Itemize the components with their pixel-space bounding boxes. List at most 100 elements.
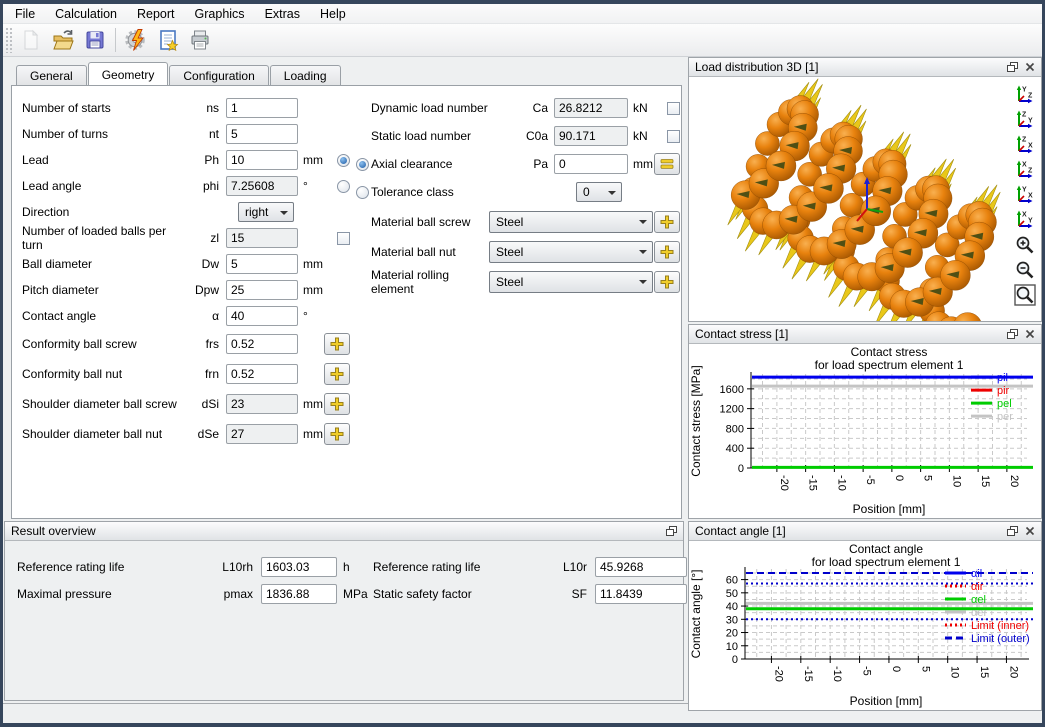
menu-report[interactable]: Report [127,5,185,23]
tolerance-class-radio[interactable] [356,186,369,199]
svg-text:1600: 1600 [720,384,744,396]
zoom-out-button[interactable] [1012,258,1038,282]
menu-file[interactable]: File [5,5,45,23]
number-of-starts-field[interactable] [226,98,298,118]
view-xz-button[interactable]: XZ [1012,158,1038,182]
form-row-ball-diameter: Ball diameterDwmm [22,254,350,274]
field-symbol: Ca [520,101,554,115]
svg-text:-15: -15 [807,475,819,491]
view-xy-button[interactable]: XY [1012,208,1038,232]
lead-angle-radio[interactable] [337,180,350,193]
result-row: Reference rating lifeL10rhhReference rat… [17,557,673,577]
svg-text:Contact angle: Contact angle [849,542,923,556]
view-xz-icon: XZ [1014,159,1036,181]
float-panel-button[interactable] [664,524,679,539]
axial-clearance-field[interactable] [554,154,628,174]
view-zy-button[interactable]: ZY [1012,108,1038,132]
material-rolling-element-dropdown[interactable]: Steel [489,271,653,293]
result-unit: h [337,560,373,574]
open-button[interactable] [48,26,78,54]
conformity-ball-screw-plus-button[interactable] [324,333,350,355]
material-ball-screw-dropdown[interactable]: Steel [489,211,653,233]
direction-dropdown[interactable]: right [238,202,294,222]
lead-field[interactable] [226,150,298,170]
close-panel-button[interactable] [1022,327,1037,342]
material-ball-nut-plus-button[interactable] [654,241,680,263]
plus-icon [330,427,344,441]
field-unit: kN [628,101,653,115]
menu-extras[interactable]: Extras [255,5,310,23]
axial-clearance-convert-button[interactable] [654,153,680,175]
result-symbol: L10r [551,560,595,574]
field-symbol: Pa [520,157,554,171]
pitch-diameter-field[interactable] [226,280,298,300]
zoom-in-button[interactable] [1012,233,1038,257]
close-panel-button[interactable] [1022,524,1037,539]
static-load-number-checkbox[interactable] [667,130,680,143]
conformity-ball-screw-field[interactable] [226,334,298,354]
float-panel-button[interactable] [1005,60,1020,75]
view-yz-button[interactable]: YZ [1012,83,1038,107]
field-label: Material ball screw [371,215,489,229]
material-ball-screw-plus-button[interactable] [654,211,680,233]
material-ball-nut-dropdown[interactable]: Steel [489,241,653,263]
svg-text:Y: Y [1028,118,1033,125]
panel-title: Contact stress [1] [695,327,1003,341]
number-of-loaded-balls-per-turn-field[interactable] [226,228,298,248]
form-row-conformity-ball-screw: Conformity ball screwfrs [22,332,350,356]
lead-angle-field[interactable] [226,176,298,196]
form-row-number-of-loaded-balls-per-turn: Number of loaded balls per turnzl [22,228,350,248]
view-zy-icon: ZY [1014,109,1036,131]
axial-clearance-radio[interactable] [356,158,369,171]
printer-icon [189,29,211,51]
view-yx-button[interactable]: YX [1012,183,1038,207]
menu-help[interactable]: Help [310,5,356,23]
material-rolling-element-plus-button[interactable] [654,271,680,293]
zoom-fit-button[interactable] [1012,283,1038,307]
plus-icon [330,397,344,411]
calculate-button[interactable] [121,26,151,54]
shoulder-diameter-ball-nut-field[interactable] [226,424,298,444]
shoulder-diameter-ball-screw-field[interactable] [226,394,298,414]
shoulder-diameter-ball-screw-plus-button[interactable] [324,393,350,415]
number-of-loaded-balls-per-turn-checkbox[interactable] [337,232,350,245]
report-button[interactable] [153,26,183,54]
shoulder-diameter-ball-nut-plus-button[interactable] [324,423,350,445]
field-label: Tolerance class [371,185,576,199]
load-distribution-3d-view[interactable]: YZ ZYZXXZYXXY [689,77,1041,321]
field-label: Static load number [371,129,520,143]
lead-radio[interactable] [337,154,350,167]
close-panel-button[interactable] [1022,60,1037,75]
menu-graphics[interactable]: Graphics [185,5,255,23]
float-panel-button[interactable] [1005,524,1020,539]
field-unit: kN [628,129,653,143]
field-unit: ° [298,179,323,193]
view-yz-icon: YZ [1014,84,1036,106]
svg-text:Y: Y [1028,218,1033,225]
svg-text:αel: αel [971,594,986,606]
conformity-ball-nut-plus-button[interactable] [324,363,350,385]
view-zx-button[interactable]: ZX [1012,133,1038,157]
print-button[interactable] [185,26,215,54]
toolbar-drag-handle[interactable] [5,27,12,53]
static-load-number-field[interactable] [554,126,628,146]
contact-angle-field[interactable] [226,306,298,326]
form-column-left: Number of startsnsNumber of turnsntLeadP… [22,98,350,452]
conformity-ball-nut-field[interactable] [226,364,298,384]
dynamic-load-number-checkbox[interactable] [667,102,680,115]
menu-calculation[interactable]: Calculation [45,5,127,23]
tab-configuration[interactable]: Configuration [169,65,268,85]
float-panel-button[interactable] [1005,327,1020,342]
tab-geometry[interactable]: Geometry [88,62,169,85]
tab-loading[interactable]: Loading [270,65,341,85]
field-unit: ° [298,309,323,323]
ball-diameter-field[interactable] [226,254,298,274]
save-button[interactable] [80,26,110,54]
dynamic-load-number-field[interactable] [554,98,628,118]
field-symbol: α [190,309,226,323]
zoom-in-icon [1014,234,1036,256]
number-of-turns-field[interactable] [226,124,298,144]
field-unit: mm [298,427,323,441]
tab-general[interactable]: General [16,65,87,85]
tolerance-class-dropdown[interactable]: 0 [576,182,622,202]
